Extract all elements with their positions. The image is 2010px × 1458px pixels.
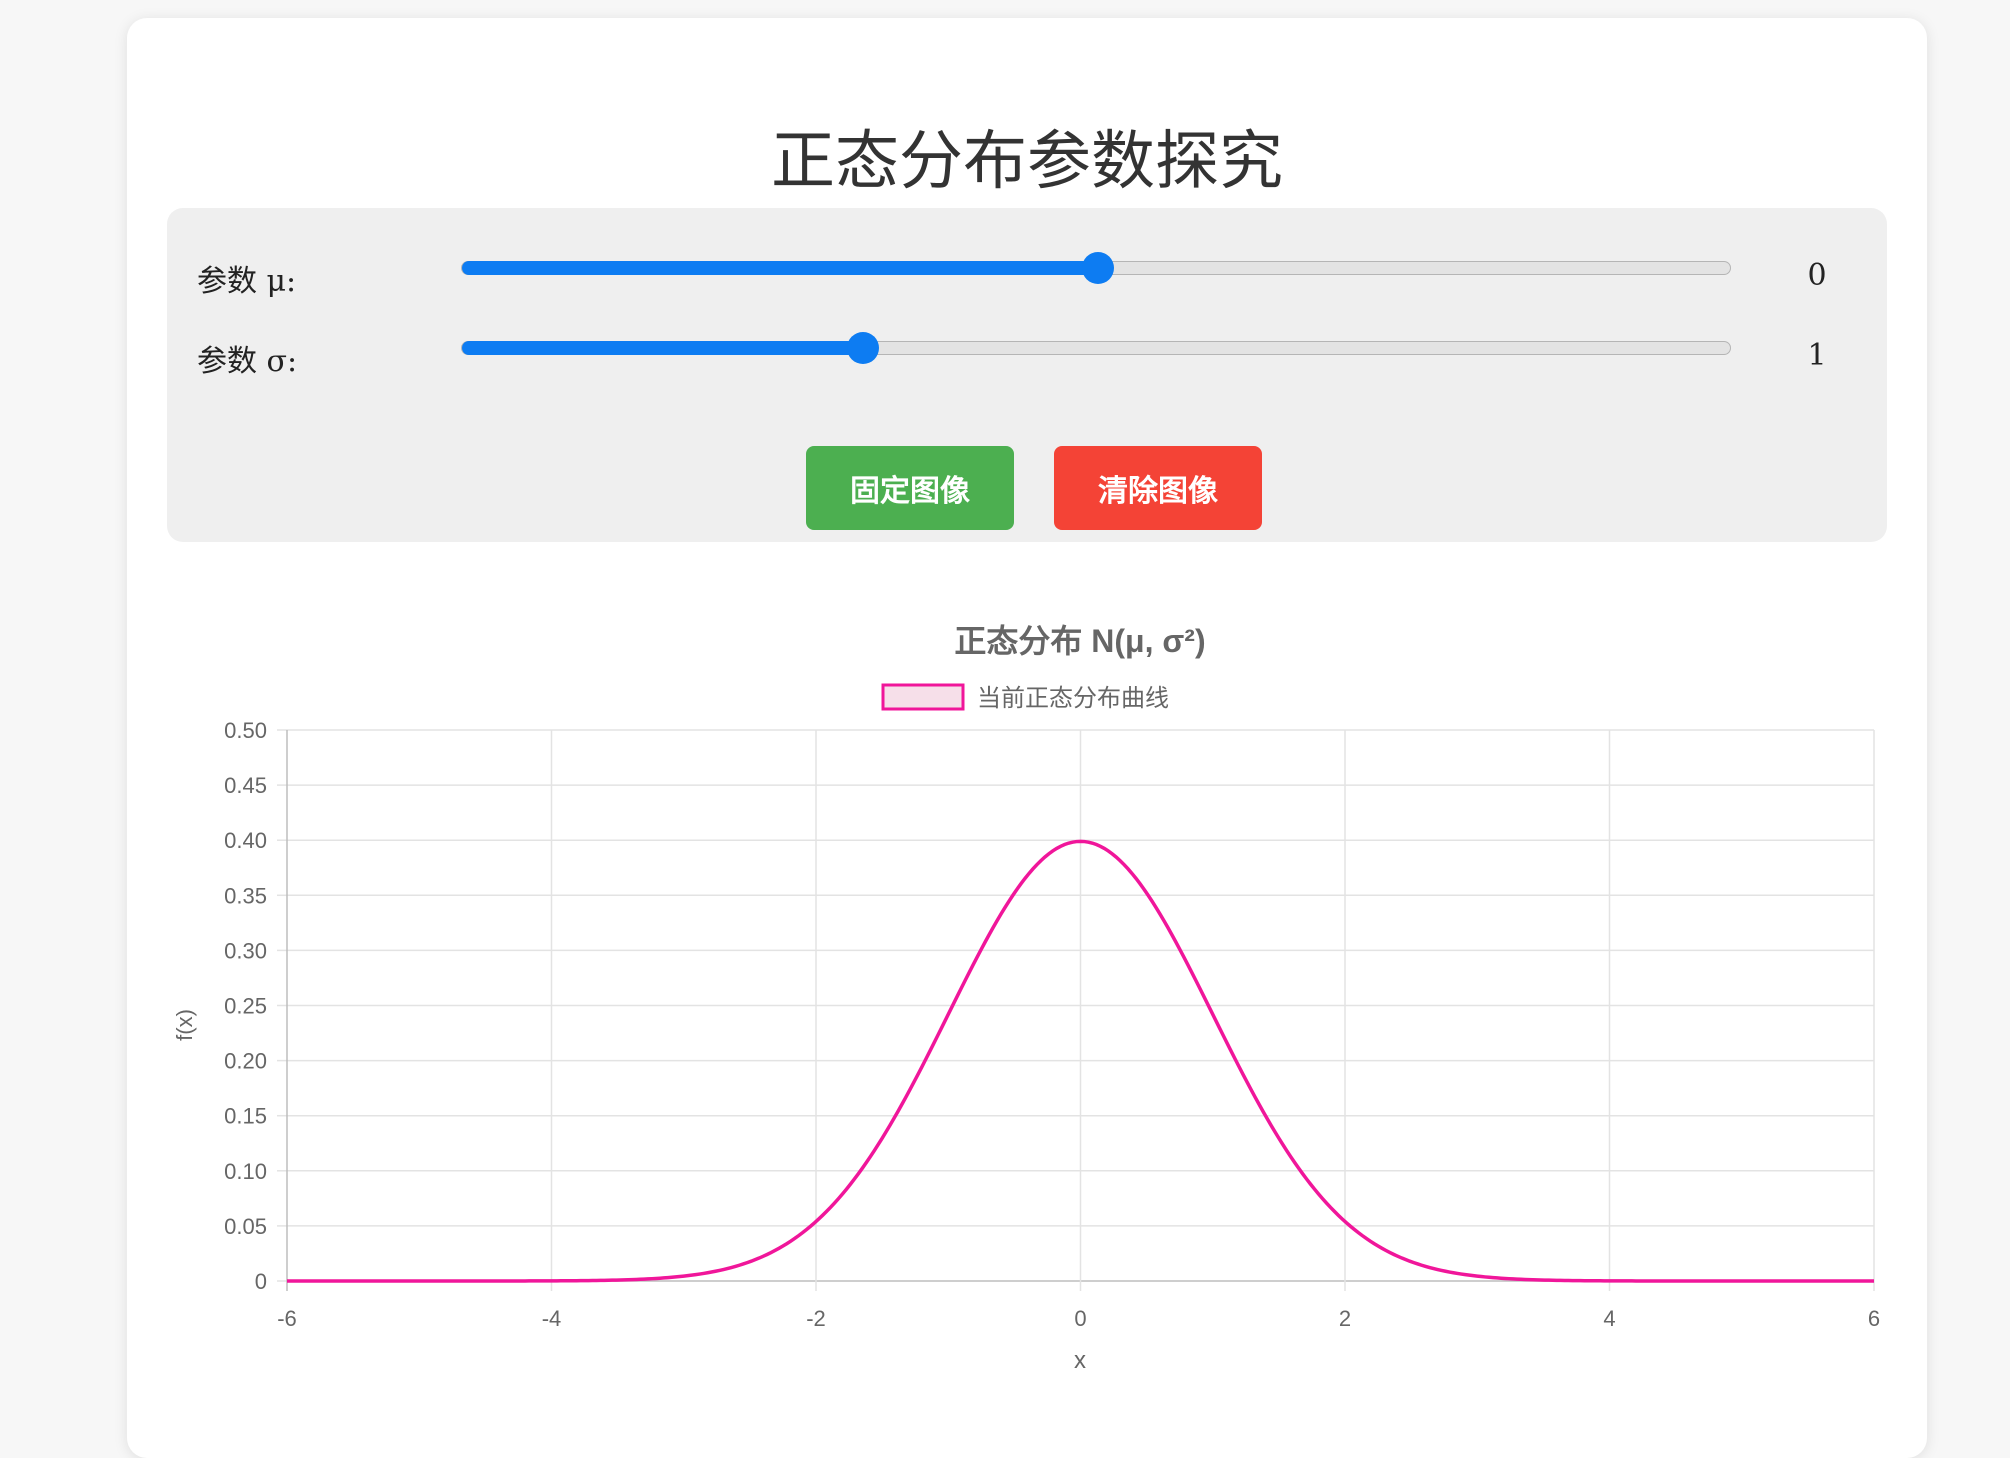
- x-tick-label: 2: [1339, 1306, 1351, 1331]
- y-tick-label: 0.15: [224, 1104, 267, 1129]
- chart-legend[interactable]: 当前正态分布曲线: [881, 683, 1169, 712]
- legend-swatch: [881, 683, 965, 711]
- x-tick-label: -6: [277, 1306, 297, 1331]
- y-tick-label: 0.50: [224, 718, 267, 743]
- chart-ticks: 0 0.05 0.10 0.15 0.20 0.25 0.30 0.35 0.40 0.45 0.5…: [224, 718, 1880, 1331]
- chart: 正态分布 N(μ, σ²) 当前正态分布曲线 0 0.05 0.10 0.15 0.20…: [172, 623, 1880, 1374]
- y-tick-label: 0.40: [224, 828, 267, 853]
- y-tick-label: 0: [255, 1269, 267, 1294]
- legend-label: 当前正态分布曲线: [977, 685, 1169, 712]
- main-card: 正态分布参数探究 参数 μ: 0 参数 σ: 1 固定图像 清除图像 正态分布 …: [127, 18, 1927, 1458]
- y-tick-label: 0.30: [224, 938, 267, 963]
- x-tick-label: 4: [1603, 1306, 1615, 1331]
- y-axis-label: f(x): [172, 1009, 197, 1041]
- x-axis-label: x: [1074, 1347, 1086, 1374]
- chart-grid: [277, 729, 1875, 1291]
- chart-title: 正态分布 N(μ, σ²): [954, 623, 1205, 659]
- y-tick-label: 0.10: [224, 1159, 267, 1184]
- x-tick-label: 6: [1868, 1306, 1880, 1331]
- y-tick-label: 0.45: [224, 773, 267, 798]
- x-tick-label: -2: [806, 1306, 826, 1331]
- y-tick-label: 0.35: [224, 883, 267, 908]
- y-tick-label: 0.25: [224, 994, 267, 1019]
- y-tick-label: 0.20: [224, 1049, 267, 1074]
- x-tick-label: -4: [542, 1306, 562, 1331]
- y-tick-label: 0.05: [224, 1214, 267, 1239]
- x-tick-label: 0: [1074, 1306, 1086, 1331]
